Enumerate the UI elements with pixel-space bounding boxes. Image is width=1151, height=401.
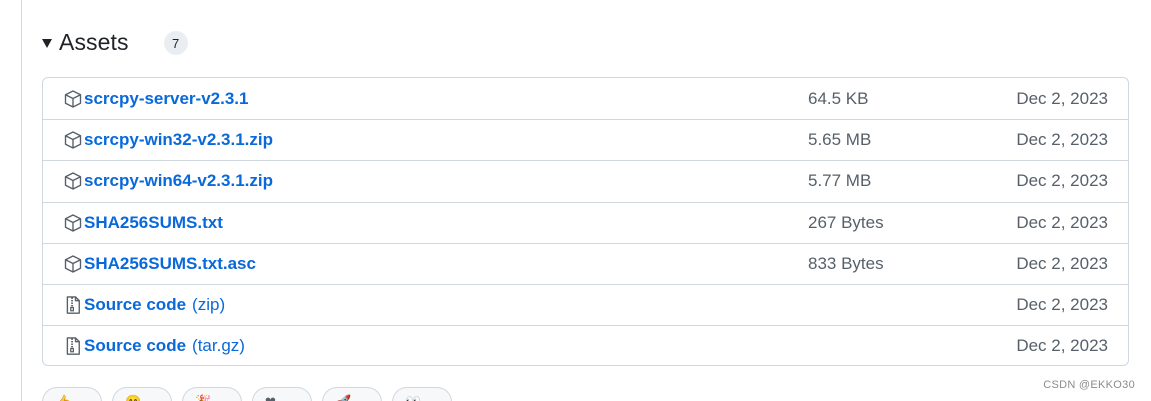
asset-date: Dec 2, 2023 (1016, 171, 1108, 191)
asset-date: Dec 2, 2023 (1016, 295, 1108, 315)
asset-date: Dec 2, 2023 (1016, 88, 1108, 108)
caret-down-icon[interactable] (42, 38, 52, 48)
reaction-button[interactable]: 😄 (112, 387, 172, 401)
asset-download-link[interactable]: SHA256SUMS.txt (63, 203, 223, 243)
asset-size: 5.65 MB (808, 130, 872, 150)
reactions-bar: 👍 😄 🎉 ❤ 🚀 👀 (42, 387, 452, 401)
heart-icon: ❤ (265, 394, 276, 401)
assets-list: scrcpy-server-v2.3.1 64.5 KB Dec 2, 2023 sc… (42, 77, 1129, 366)
reaction-button[interactable]: 🎉 (182, 387, 242, 401)
asset-name[interactable]: SHA256SUMS.txt (84, 213, 223, 233)
package-icon (63, 130, 83, 150)
watermark: CSDN @EKKO30 (1043, 379, 1135, 391)
file-zip-icon (63, 336, 83, 356)
reaction-button[interactable]: ❤ (252, 387, 312, 401)
asset-download-link[interactable]: Source code (tar.gz) (63, 326, 245, 365)
asset-download-link[interactable]: Source code (zip) (63, 285, 225, 325)
asset-row: scrcpy-win32-v2.3.1.zip 5.65 MB Dec 2, 202… (43, 119, 1128, 160)
asset-download-link[interactable]: scrcpy-win32-v2.3.1.zip (63, 120, 273, 160)
reaction-button[interactable]: 👀 (392, 387, 452, 401)
asset-row: scrcpy-win64-v2.3.1.zip 5.77 MB Dec 2, 202… (43, 160, 1128, 201)
rocket-icon: 🚀 (335, 394, 351, 401)
package-icon (63, 213, 83, 233)
reaction-button[interactable]: 👍 (42, 387, 102, 401)
package-icon (63, 171, 83, 191)
thumbs-up-icon: 👍 (55, 394, 71, 401)
asset-row: scrcpy-server-v2.3.1 64.5 KB Dec 2, 2023 (43, 78, 1128, 119)
asset-row: SHA256SUMS.txt 267 Bytes Dec 2, 2023 (43, 201, 1128, 243)
asset-date: Dec 2, 2023 (1016, 336, 1108, 356)
package-icon (63, 254, 83, 274)
asset-row: Source code (zip) Dec 2, 2023 (43, 283, 1128, 325)
asset-size: 833 Bytes (808, 253, 884, 273)
assets-title: Assets (59, 28, 129, 55)
asset-row: Source code (tar.gz) Dec 2, 2023 (43, 325, 1128, 365)
asset-name[interactable]: SHA256SUMS.txt.asc (84, 254, 256, 274)
assets-count-badge: 7 (163, 31, 188, 55)
asset-date: Dec 2, 2023 (1016, 212, 1108, 232)
asset-size: 267 Bytes (808, 212, 884, 232)
asset-date: Dec 2, 2023 (1016, 130, 1108, 150)
assets-header[interactable]: Assets 7 (42, 22, 188, 62)
asset-download-link[interactable]: scrcpy-win64-v2.3.1.zip (63, 161, 273, 201)
asset-name[interactable]: scrcpy-win64-v2.3.1.zip (84, 171, 273, 191)
laugh-icon: 😄 (125, 394, 141, 401)
hooray-icon: 🎉 (195, 394, 211, 401)
asset-download-link[interactable]: SHA256SUMS.txt.asc (63, 244, 256, 284)
asset-size: 64.5 KB (808, 88, 869, 108)
asset-size: 5.77 MB (808, 171, 872, 191)
asset-date: Dec 2, 2023 (1016, 253, 1108, 273)
eyes-icon: 👀 (405, 394, 421, 401)
asset-name[interactable]: Source code (84, 336, 186, 356)
asset-format[interactable]: (zip) (192, 295, 225, 315)
asset-format[interactable]: (tar.gz) (192, 336, 245, 356)
asset-name[interactable]: scrcpy-server-v2.3.1 (84, 89, 248, 109)
reaction-button[interactable]: 🚀 (322, 387, 382, 401)
timeline-divider (21, 0, 22, 401)
release-page: Assets 7 scrcpy-server-v2.3.1 64.5 KB Dec … (0, 0, 1151, 401)
asset-name[interactable]: scrcpy-win32-v2.3.1.zip (84, 130, 273, 150)
asset-download-link[interactable]: scrcpy-server-v2.3.1 (63, 78, 248, 119)
asset-name[interactable]: Source code (84, 295, 186, 315)
asset-row: SHA256SUMS.txt.asc 833 Bytes Dec 2, 2023 (43, 242, 1128, 284)
file-zip-icon (63, 295, 83, 315)
package-icon (63, 89, 83, 109)
